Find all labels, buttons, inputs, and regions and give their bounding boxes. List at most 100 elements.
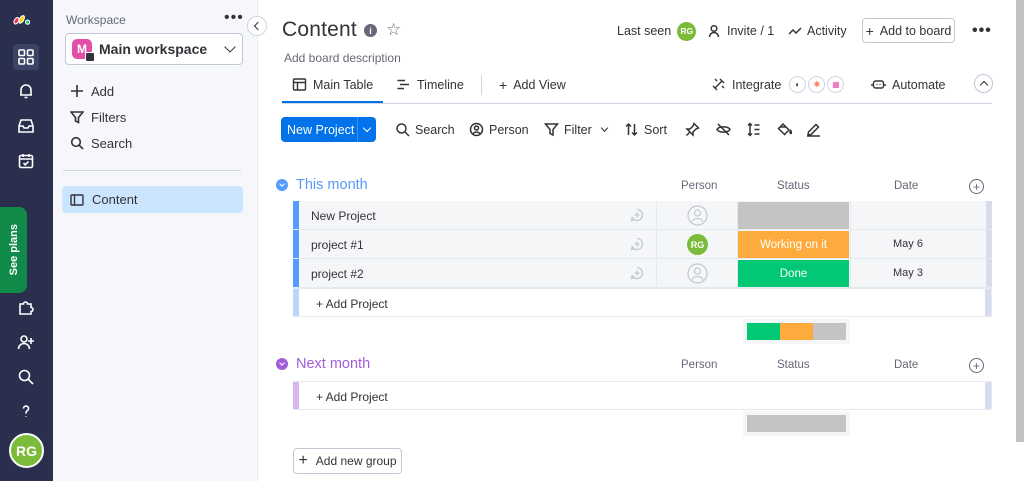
add-item-row[interactable]: + Add Project bbox=[293, 288, 992, 317]
status-cell[interactable]: Working on it bbox=[738, 231, 849, 258]
filter-icon bbox=[70, 111, 84, 124]
search-icon[interactable] bbox=[13, 364, 39, 390]
table-row[interactable]: project #2 Done May 3 bbox=[293, 259, 992, 288]
sidebar-board-content[interactable]: Content bbox=[62, 186, 243, 213]
board-description[interactable]: Add board description bbox=[284, 51, 401, 65]
sidebar-item-search[interactable]: Search bbox=[70, 133, 132, 153]
automate-label: Automate bbox=[892, 77, 946, 92]
timeline-icon bbox=[397, 79, 409, 90]
add-update-icon[interactable] bbox=[630, 208, 644, 222]
edit-icon[interactable] bbox=[806, 121, 821, 138]
board-title[interactable]: Content bbox=[282, 18, 357, 42]
add-to-board-button[interactable]: + Add to board bbox=[862, 18, 955, 43]
add-column-icon[interactable]: + bbox=[969, 179, 984, 194]
item-name[interactable]: project #2 bbox=[311, 267, 364, 281]
last-seen[interactable]: Last seen RG bbox=[617, 19, 697, 43]
add-item-row[interactable]: + Add Project bbox=[293, 381, 992, 410]
puzzle-icon[interactable] bbox=[13, 294, 39, 320]
board-icon bbox=[70, 193, 84, 206]
add-update-icon[interactable] bbox=[630, 237, 644, 251]
plus-icon: + bbox=[298, 452, 308, 469]
table-row[interactable]: project #1 RG Working on it May 6 bbox=[293, 230, 992, 259]
add-group-label: Add new group bbox=[315, 454, 397, 468]
item-name[interactable]: project #1 bbox=[311, 238, 364, 252]
table-row[interactable]: New Project bbox=[293, 201, 992, 230]
column-header-person[interactable]: Person bbox=[681, 180, 717, 192]
invite-user-icon[interactable] bbox=[13, 329, 39, 355]
search-label: Search bbox=[415, 122, 455, 137]
status-summary[interactable] bbox=[743, 319, 850, 344]
sort-button[interactable]: Sort bbox=[624, 121, 667, 138]
automate-button[interactable]: Automate bbox=[871, 76, 946, 93]
activity-button[interactable]: Activity bbox=[788, 19, 847, 43]
integrate-button[interactable]: Integrate ◐ ✱ ▦ bbox=[711, 76, 845, 93]
column-header-date[interactable]: Date bbox=[894, 180, 918, 192]
color-fill-icon[interactable] bbox=[777, 121, 792, 138]
table-icon bbox=[292, 78, 307, 91]
calendar-check-icon[interactable] bbox=[13, 148, 39, 174]
tab-separator bbox=[481, 75, 482, 95]
sidebar-item-add[interactable]: Add bbox=[70, 81, 114, 101]
status-cell[interactable] bbox=[738, 202, 849, 229]
empty-person-icon[interactable] bbox=[687, 205, 708, 226]
tab-timeline[interactable]: Timeline bbox=[396, 76, 464, 93]
chevron-down-icon[interactable] bbox=[599, 124, 610, 135]
column-header-status[interactable]: Status bbox=[777, 359, 810, 371]
hide-icon[interactable] bbox=[716, 121, 731, 138]
pin-icon[interactable] bbox=[685, 121, 700, 138]
bell-icon[interactable] bbox=[13, 78, 39, 104]
apps-grid-icon[interactable] bbox=[13, 44, 39, 70]
sort-icon bbox=[625, 122, 638, 137]
group-color-stripe bbox=[293, 382, 299, 409]
chevron-down-icon[interactable] bbox=[276, 358, 288, 370]
status-summary[interactable] bbox=[743, 411, 850, 436]
group-color-stripe bbox=[293, 201, 299, 229]
help-icon[interactable] bbox=[13, 398, 39, 424]
search-button[interactable]: Search bbox=[395, 121, 455, 138]
sidebar-item-filters[interactable]: Filters bbox=[70, 107, 126, 127]
tab-main-table[interactable]: Main Table bbox=[292, 76, 373, 93]
add-update-icon[interactable] bbox=[630, 266, 644, 280]
column-header-status[interactable]: Status bbox=[777, 180, 810, 192]
person-filter-button[interactable]: Person bbox=[469, 121, 529, 138]
column-header-person[interactable]: Person bbox=[681, 359, 717, 371]
collapse-sidebar-button[interactable] bbox=[247, 16, 267, 36]
date-cell[interactable]: May 6 bbox=[893, 238, 923, 250]
more-icon[interactable]: ••• bbox=[972, 22, 992, 40]
inbox-icon[interactable] bbox=[13, 113, 39, 139]
page-scrollbar[interactable] bbox=[1016, 0, 1024, 442]
workspace-selector[interactable]: M Main workspace bbox=[65, 33, 243, 65]
user-avatar[interactable]: RG bbox=[9, 433, 44, 468]
add-view-button[interactable]: + Add View bbox=[499, 76, 566, 93]
star-icon[interactable]: ☆ bbox=[386, 20, 401, 40]
workspace-more-icon[interactable]: ••• bbox=[224, 9, 244, 27]
new-project-button[interactable]: New Project bbox=[281, 117, 376, 142]
add-new-group-button[interactable]: + Add new group bbox=[293, 448, 402, 474]
collapse-header-button[interactable] bbox=[974, 74, 993, 93]
summary-segment-done bbox=[747, 323, 780, 340]
sidebar-divider bbox=[63, 170, 241, 171]
add-column-icon[interactable]: + bbox=[969, 358, 984, 373]
avatar[interactable]: RG bbox=[687, 234, 708, 255]
monday-logo-icon[interactable] bbox=[13, 9, 31, 27]
group-title-next-month[interactable]: Next month bbox=[276, 354, 370, 374]
plus-icon: + bbox=[499, 76, 508, 93]
chevron-down-icon[interactable] bbox=[276, 179, 288, 191]
filter-button[interactable]: Filter bbox=[544, 121, 615, 138]
item-name[interactable]: New Project bbox=[311, 209, 376, 223]
see-plans-button[interactable]: See plans bbox=[0, 207, 27, 293]
last-seen-label: Last seen bbox=[617, 24, 672, 38]
cell-divider bbox=[850, 259, 851, 287]
column-header-date[interactable]: Date bbox=[894, 359, 918, 371]
info-icon[interactable]: i bbox=[364, 24, 377, 37]
empty-person-icon[interactable] bbox=[687, 263, 708, 284]
date-cell[interactable]: May 3 bbox=[893, 267, 923, 279]
invite-button[interactable]: Invite / 1 bbox=[708, 19, 774, 43]
chevron-down-icon[interactable] bbox=[357, 117, 376, 142]
status-cell[interactable]: Done bbox=[738, 260, 849, 287]
see-plans-label: See plans bbox=[7, 224, 20, 276]
cell-divider bbox=[656, 259, 657, 287]
group-title-this-month[interactable]: This month bbox=[276, 175, 368, 195]
left-rail: See plans RG bbox=[0, 0, 53, 481]
row-height-icon[interactable] bbox=[746, 121, 761, 138]
